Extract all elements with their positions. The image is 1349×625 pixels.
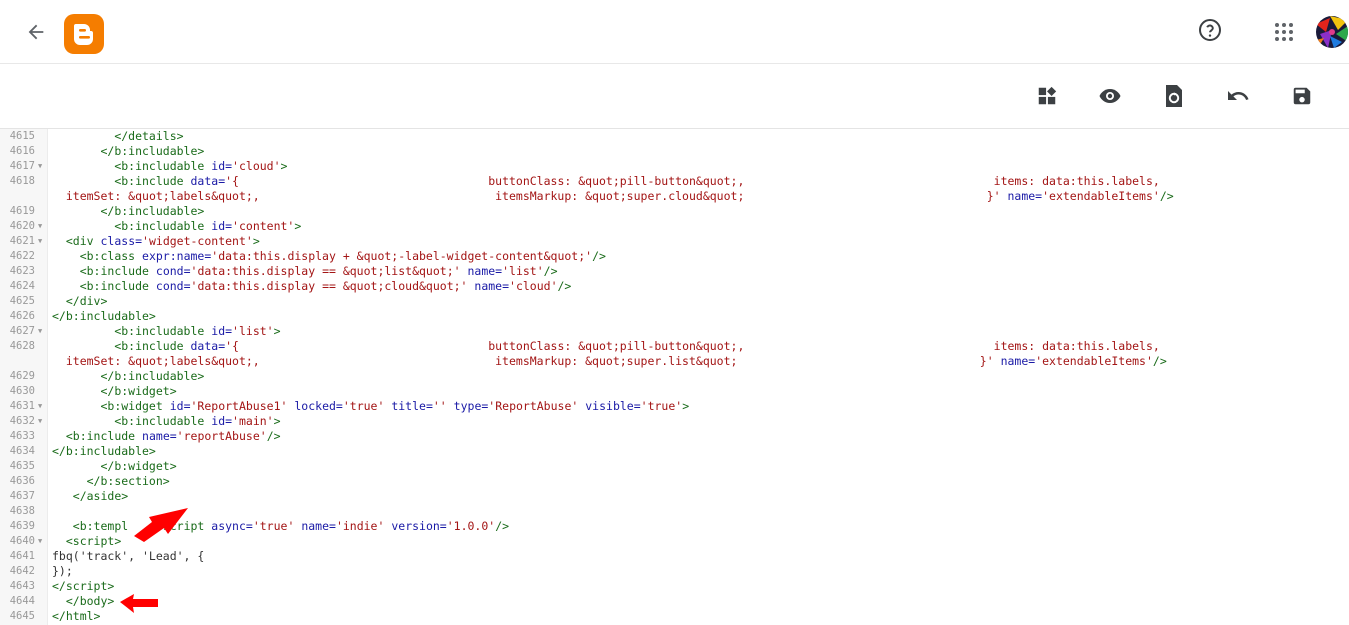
code-text: </aside> bbox=[72, 489, 129, 503]
line-number: 4617 bbox=[9, 160, 35, 172]
line-number: 4642 bbox=[9, 565, 35, 577]
code-text: </b:includable> bbox=[100, 204, 205, 218]
fold-toggle-icon[interactable]: ▼ bbox=[38, 234, 42, 249]
code-text: <b:includable id='content'> bbox=[114, 219, 302, 233]
line-number: 4622 bbox=[9, 250, 35, 262]
line-number: 4620 bbox=[9, 220, 35, 232]
line-number: 4638 bbox=[9, 505, 35, 517]
red-arrow-annotation-script bbox=[134, 508, 188, 542]
line-number: 4623 bbox=[9, 265, 35, 277]
undo-icon[interactable] bbox=[1224, 82, 1252, 110]
editor-toolbar bbox=[0, 64, 1349, 129]
code-text: <b:templ script async='true' name='indie… bbox=[72, 519, 510, 533]
red-arrow-annotation-body bbox=[120, 594, 158, 613]
line-number: 4637 bbox=[9, 490, 35, 502]
line-number: 4632 bbox=[9, 415, 35, 427]
line-number: 4631 bbox=[9, 400, 35, 412]
line-number: 4629 bbox=[9, 370, 35, 382]
code-text: </b:includable> bbox=[100, 369, 205, 383]
save-icon[interactable] bbox=[1288, 82, 1316, 110]
top-app-bar bbox=[0, 0, 1349, 64]
line-number: 4618 bbox=[9, 175, 35, 187]
code-text: </b:section> bbox=[86, 474, 170, 488]
code-text: <script> bbox=[65, 534, 122, 548]
line-number: 4616 bbox=[9, 145, 35, 157]
fold-toggle-icon[interactable]: ▼ bbox=[38, 159, 42, 174]
code-text: itemSet: &quot;labels&quot;, itemsMarkup… bbox=[65, 189, 1174, 203]
fold-toggle-icon[interactable]: ▼ bbox=[38, 534, 42, 549]
line-number: 4615 bbox=[9, 130, 35, 142]
code-text: <b:include name='reportAbuse'/> bbox=[65, 429, 281, 443]
code-editor[interactable]: 4615 </details> 4616 </b:includable> 4617 ▼… bbox=[0, 129, 1349, 625]
code-text: </body> bbox=[65, 594, 115, 608]
code-text: </b:widget> bbox=[100, 384, 177, 398]
line-number: 4640 bbox=[9, 535, 35, 547]
line-number: 4634 bbox=[9, 445, 35, 457]
fold-toggle-icon[interactable]: ▼ bbox=[38, 219, 42, 234]
code-text: </b:includable> bbox=[100, 144, 205, 158]
code-text: </b:widget> bbox=[100, 459, 177, 473]
code-text: </b:includable> bbox=[52, 444, 156, 458]
line-number: 4636 bbox=[9, 475, 35, 487]
apps-grid-icon[interactable] bbox=[1270, 18, 1298, 46]
line-number: 4627 bbox=[9, 325, 35, 337]
arrow-back-icon[interactable] bbox=[22, 18, 50, 46]
line-number: 4633 bbox=[9, 430, 35, 442]
fold-toggle-icon[interactable]: ▼ bbox=[38, 414, 42, 429]
code-text: <b:include data='{ buttonClass: &quot;pi… bbox=[114, 339, 1160, 353]
line-number: 4639 bbox=[9, 520, 35, 532]
code-text: <b:include data='{ buttonClass: &quot;pi… bbox=[114, 174, 1160, 188]
code-text: <b:widget id='ReportAbuse1' locked='true… bbox=[100, 399, 690, 413]
user-avatar[interactable] bbox=[1316, 16, 1348, 48]
blogger-logo[interactable] bbox=[64, 14, 104, 54]
code-text: <b:includable id='list'> bbox=[114, 324, 281, 338]
help-circle-icon[interactable] bbox=[1196, 16, 1224, 44]
line-number: 4643 bbox=[9, 580, 35, 592]
code-text: <b:class expr:name='data:this.display + … bbox=[79, 249, 606, 263]
line-number: 4645 bbox=[9, 610, 35, 622]
line-number: 4641 bbox=[9, 550, 35, 562]
line-number: 4628 bbox=[9, 340, 35, 352]
preview-eye-icon[interactable] bbox=[1096, 82, 1124, 110]
fold-toggle-icon[interactable]: ▼ bbox=[38, 399, 42, 414]
code-text: </div> bbox=[65, 294, 108, 308]
code-text: </html> bbox=[52, 609, 101, 623]
line-number: 4626 bbox=[9, 310, 35, 322]
restore-icon[interactable] bbox=[1160, 82, 1188, 110]
code-text: }); bbox=[52, 564, 73, 578]
line-number: 4644 bbox=[9, 595, 35, 607]
line-number: 4621 bbox=[9, 235, 35, 247]
code-text: <b:include cond='data:this.display == &q… bbox=[79, 264, 558, 278]
widget-jump-icon[interactable] bbox=[1033, 82, 1061, 110]
line-number: 4635 bbox=[9, 460, 35, 472]
line-number: 4625 bbox=[9, 295, 35, 307]
line-number: 4624 bbox=[9, 280, 35, 292]
line-number: 4619 bbox=[9, 205, 35, 217]
code-text: itemSet: &quot;labels&quot;, itemsMarkup… bbox=[65, 354, 1167, 368]
code-text: fbq('track', 'Lead', { bbox=[52, 549, 205, 563]
code-text: </details> bbox=[114, 129, 184, 143]
code-text: <b:includable id='main'> bbox=[114, 414, 281, 428]
code-text: <b:includable id='cloud'> bbox=[114, 159, 288, 173]
code-text: </b:includable> bbox=[52, 309, 156, 323]
line-number: 4630 bbox=[9, 385, 35, 397]
code-text: </script> bbox=[52, 579, 115, 593]
code-text: <div class='widget-content'> bbox=[65, 234, 260, 248]
fold-toggle-icon[interactable]: ▼ bbox=[38, 324, 42, 339]
code-text: <b:include cond='data:this.display == &q… bbox=[79, 279, 572, 293]
